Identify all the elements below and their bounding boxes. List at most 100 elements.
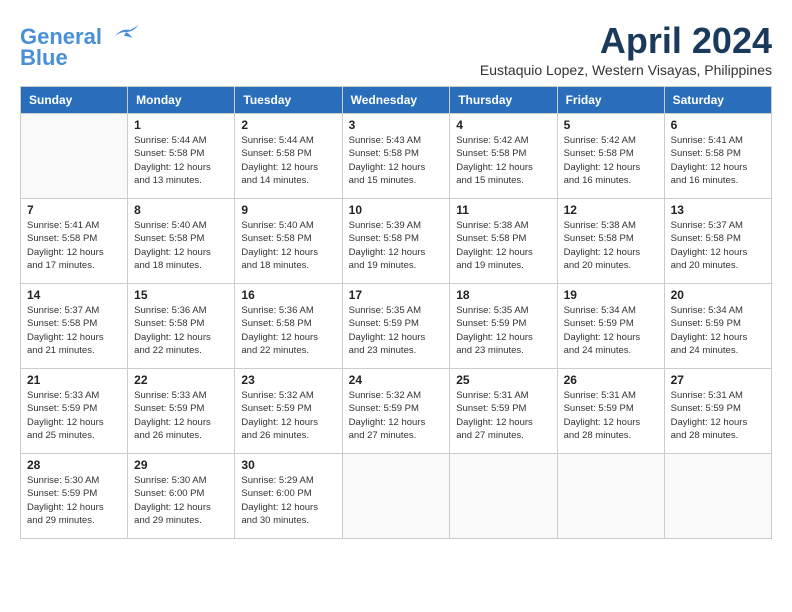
day-info: Sunrise: 5:32 AM Sunset: 5:59 PM Dayligh… <box>241 389 335 442</box>
day-info: Sunrise: 5:37 AM Sunset: 5:58 PM Dayligh… <box>27 304 121 357</box>
weekday-header: Monday <box>128 87 235 114</box>
day-info: Sunrise: 5:29 AM Sunset: 6:00 PM Dayligh… <box>241 474 335 527</box>
day-info: Sunrise: 5:44 AM Sunset: 5:58 PM Dayligh… <box>241 134 335 187</box>
day-info: Sunrise: 5:39 AM Sunset: 5:58 PM Dayligh… <box>349 219 444 272</box>
day-number: 20 <box>671 288 765 302</box>
day-number: 10 <box>349 203 444 217</box>
calendar-day-cell: 2 Sunrise: 5:44 AM Sunset: 5:58 PM Daylig… <box>235 114 342 199</box>
day-number: 22 <box>134 373 228 387</box>
logo-bird-icon <box>110 20 140 44</box>
calendar-day-cell: 4 Sunrise: 5:42 AM Sunset: 5:58 PM Daylig… <box>450 114 557 199</box>
calendar-table: SundayMondayTuesdayWednesdayThursdayFrid… <box>20 86 772 539</box>
calendar-day-cell: 29Sunrise: 5:30 AM Sunset: 6:00 PM Dayli… <box>128 454 235 539</box>
day-info: Sunrise: 5:42 AM Sunset: 5:58 PM Dayligh… <box>456 134 550 187</box>
day-number: 12 <box>564 203 658 217</box>
calendar-header-row: SundayMondayTuesdayWednesdayThursdayFrid… <box>21 87 772 114</box>
calendar-day-cell: 1Sunrise: 5:44 AM Sunset: 5:58 PM Daylig… <box>128 114 235 199</box>
day-info: Sunrise: 5:34 AM Sunset: 5:59 PM Dayligh… <box>671 304 765 357</box>
calendar-day-cell <box>450 454 557 539</box>
day-info: Sunrise: 5:41 AM Sunset: 5:58 PM Dayligh… <box>27 219 121 272</box>
day-info: Sunrise: 5:40 AM Sunset: 5:58 PM Dayligh… <box>134 219 228 272</box>
logo: General Blue <box>20 20 140 71</box>
calendar-day-cell <box>342 454 450 539</box>
day-number: 14 <box>27 288 121 302</box>
calendar-week-row: 1 Sunrise: 5:44 AM Sunset: 5:58 PM Daylig… <box>21 114 772 199</box>
day-number: 21 <box>27 373 121 387</box>
day-number: 30 <box>241 458 335 472</box>
calendar-day-cell: 15 Sunrise: 5:36 AM Sunset: 5:58 PM Dayli… <box>128 284 235 369</box>
day-number: 19 <box>564 288 658 302</box>
calendar-week-row: 7Sunrise: 5:41 AM Sunset: 5:58 PM Daylig… <box>21 199 772 284</box>
calendar-week-row: 21 Sunrise: 5:33 AM Sunset: 5:59 PM Dayli… <box>21 369 772 454</box>
day-number: 5 <box>564 118 658 132</box>
day-info: Sunrise: 5:36 AM Sunset: 5:58 PM Dayligh… <box>241 304 335 357</box>
day-number: 4 <box>456 118 550 132</box>
calendar-day-cell: 11Sunrise: 5:38 AM Sunset: 5:58 PM Dayli… <box>450 199 557 284</box>
calendar-day-cell: 9Sunrise: 5:40 AM Sunset: 5:58 PM Daylig… <box>235 199 342 284</box>
day-info: Sunrise: 5:33 AM Sunset: 5:59 PM Dayligh… <box>27 389 121 442</box>
calendar-day-cell <box>557 454 664 539</box>
day-number: 27 <box>671 373 765 387</box>
weekday-header: Saturday <box>664 87 771 114</box>
day-number: 29 <box>134 458 228 472</box>
calendar-day-cell: 10 Sunrise: 5:39 AM Sunset: 5:58 PM Dayli… <box>342 199 450 284</box>
day-info: Sunrise: 5:42 AM Sunset: 5:58 PM Dayligh… <box>564 134 658 187</box>
day-number: 25 <box>456 373 550 387</box>
calendar-day-cell: 20 Sunrise: 5:34 AM Sunset: 5:59 PM Dayli… <box>664 284 771 369</box>
calendar-day-cell: 5 Sunrise: 5:42 AM Sunset: 5:58 PM Daylig… <box>557 114 664 199</box>
calendar-day-cell <box>664 454 771 539</box>
day-number: 3 <box>349 118 444 132</box>
page-header: General Blue April 2024 Eustaquio Lopez,… <box>20 20 772 78</box>
day-number: 13 <box>671 203 765 217</box>
calendar-day-cell: 7Sunrise: 5:41 AM Sunset: 5:58 PM Daylig… <box>21 199 128 284</box>
calendar-day-cell: 30 Sunrise: 5:29 AM Sunset: 6:00 PM Dayli… <box>235 454 342 539</box>
day-number: 17 <box>349 288 444 302</box>
weekday-header: Tuesday <box>235 87 342 114</box>
day-info: Sunrise: 5:43 AM Sunset: 5:58 PM Dayligh… <box>349 134 444 187</box>
day-info: Sunrise: 5:35 AM Sunset: 5:59 PM Dayligh… <box>349 304 444 357</box>
calendar-day-cell: 26 Sunrise: 5:31 AM Sunset: 5:59 PM Dayli… <box>557 369 664 454</box>
day-number: 18 <box>456 288 550 302</box>
calendar-week-row: 28 Sunrise: 5:30 AM Sunset: 5:59 PM Dayli… <box>21 454 772 539</box>
location-subtitle: Eustaquio Lopez, Western Visayas, Philip… <box>480 62 772 78</box>
day-number: 8 <box>134 203 228 217</box>
calendar-day-cell: 23 Sunrise: 5:32 AM Sunset: 5:59 PM Dayli… <box>235 369 342 454</box>
calendar-day-cell: 25 Sunrise: 5:31 AM Sunset: 5:59 PM Dayli… <box>450 369 557 454</box>
logo-blue: Blue <box>20 45 140 71</box>
day-number: 28 <box>27 458 121 472</box>
calendar-day-cell: 28 Sunrise: 5:30 AM Sunset: 5:59 PM Dayli… <box>21 454 128 539</box>
calendar-day-cell: 17 Sunrise: 5:35 AM Sunset: 5:59 PM Dayli… <box>342 284 450 369</box>
day-number: 6 <box>671 118 765 132</box>
weekday-header: Wednesday <box>342 87 450 114</box>
day-number: 2 <box>241 118 335 132</box>
day-number: 15 <box>134 288 228 302</box>
day-number: 26 <box>564 373 658 387</box>
day-info: Sunrise: 5:37 AM Sunset: 5:58 PM Dayligh… <box>671 219 765 272</box>
day-info: Sunrise: 5:34 AM Sunset: 5:59 PM Dayligh… <box>564 304 658 357</box>
calendar-day-cell: 12 Sunrise: 5:38 AM Sunset: 5:58 PM Dayli… <box>557 199 664 284</box>
day-info: Sunrise: 5:30 AM Sunset: 5:59 PM Dayligh… <box>27 474 121 527</box>
weekday-header: Thursday <box>450 87 557 114</box>
day-info: Sunrise: 5:31 AM Sunset: 5:59 PM Dayligh… <box>456 389 550 442</box>
calendar-day-cell: 22Sunrise: 5:33 AM Sunset: 5:59 PM Dayli… <box>128 369 235 454</box>
day-info: Sunrise: 5:36 AM Sunset: 5:58 PM Dayligh… <box>134 304 228 357</box>
title-block: April 2024 Eustaquio Lopez, Western Visa… <box>480 20 772 78</box>
calendar-day-cell <box>21 114 128 199</box>
day-info: Sunrise: 5:38 AM Sunset: 5:58 PM Dayligh… <box>564 219 658 272</box>
month-title: April 2024 <box>480 20 772 62</box>
calendar-week-row: 14 Sunrise: 5:37 AM Sunset: 5:58 PM Dayli… <box>21 284 772 369</box>
day-number: 23 <box>241 373 335 387</box>
day-number: 16 <box>241 288 335 302</box>
day-info: Sunrise: 5:41 AM Sunset: 5:58 PM Dayligh… <box>671 134 765 187</box>
calendar-day-cell: 14 Sunrise: 5:37 AM Sunset: 5:58 PM Dayli… <box>21 284 128 369</box>
weekday-header: Sunday <box>21 87 128 114</box>
day-info: Sunrise: 5:40 AM Sunset: 5:58 PM Dayligh… <box>241 219 335 272</box>
day-number: 11 <box>456 203 550 217</box>
calendar-day-cell: 16 Sunrise: 5:36 AM Sunset: 5:58 PM Dayli… <box>235 284 342 369</box>
day-number: 24 <box>349 373 444 387</box>
day-info: Sunrise: 5:31 AM Sunset: 5:59 PM Dayligh… <box>564 389 658 442</box>
calendar-body: 1 Sunrise: 5:44 AM Sunset: 5:58 PM Daylig… <box>21 114 772 539</box>
calendar-day-cell: 13 Sunrise: 5:37 AM Sunset: 5:58 PM Dayli… <box>664 199 771 284</box>
day-number: 1 <box>134 118 228 132</box>
weekday-header: Friday <box>557 87 664 114</box>
